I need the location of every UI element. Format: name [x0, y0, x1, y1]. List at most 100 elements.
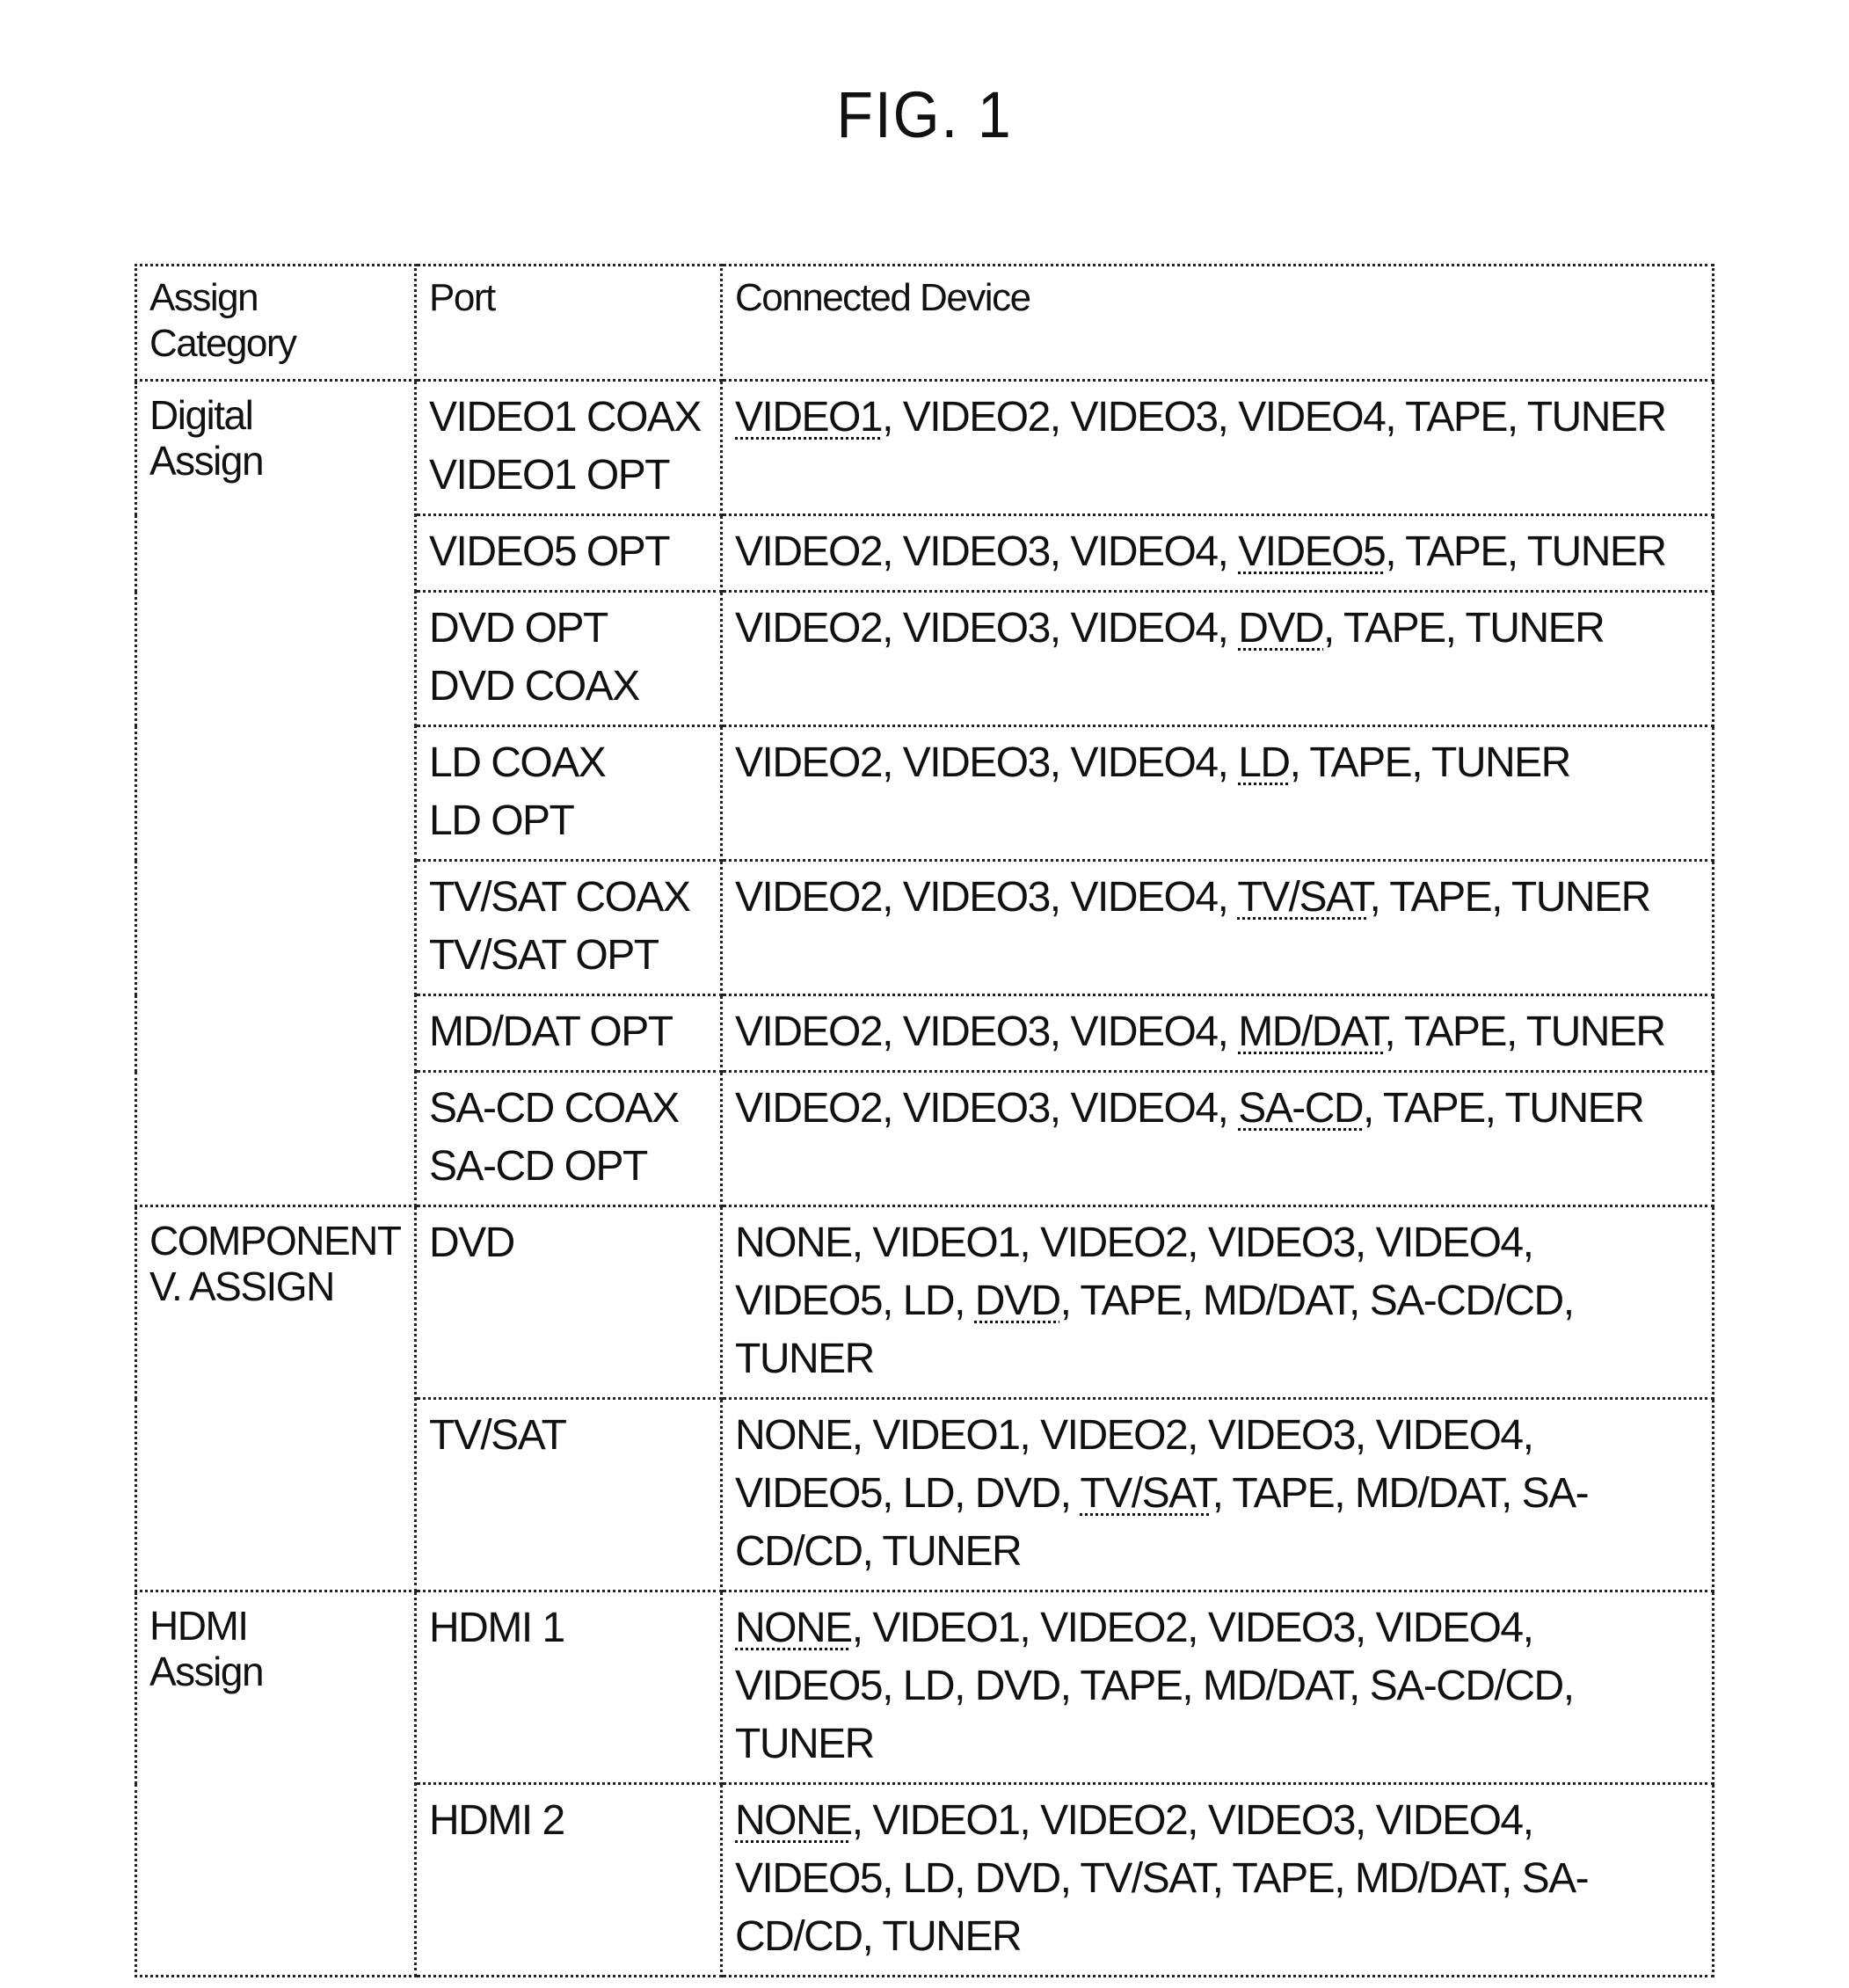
- connected-device-cell: VIDEO2, VIDEO3, VIDEO4, VIDEO5, TAPE, TU…: [720, 513, 1714, 593]
- device-option: VIDEO3: [902, 605, 1052, 652]
- device-option: VIDEO2: [735, 874, 884, 921]
- device-option: TAPE: [1389, 874, 1492, 921]
- port-label: TV/SAT COAX: [429, 874, 691, 921]
- category-label: V. ASSIGN: [149, 1263, 335, 1309]
- device-option: VIDEO5: [735, 1278, 884, 1324]
- port-label: TV/SAT OPT: [429, 932, 659, 979]
- header-port: Port: [414, 264, 723, 382]
- device-option: VIDEO2: [902, 394, 1052, 441]
- header-row: Assign Category Port Connected Device: [135, 264, 1714, 382]
- connected-device-cell: NONE, VIDEO1, VIDEO2, VIDEO3, VIDEO4, VI…: [720, 1205, 1714, 1400]
- device-option: VIDEO4: [1070, 739, 1219, 786]
- port-cell: SA-CD COAX SA-CD OPT: [414, 1070, 723, 1207]
- device-option: TUNER: [1465, 605, 1605, 652]
- device-option: TUNER: [882, 1528, 1022, 1575]
- device-option: VIDEO4: [1070, 528, 1219, 575]
- port-label: DVD COAX: [429, 663, 640, 710]
- device-option: VIDEO3: [902, 1009, 1052, 1055]
- device-option: VIDEO2: [735, 1085, 884, 1132]
- device-option: TAPE: [1382, 1085, 1486, 1132]
- device-option: VIDEO3: [1207, 1220, 1357, 1266]
- device-option: TUNER: [735, 1336, 875, 1382]
- connected-device-cell: VIDEO2, VIDEO3, VIDEO4, LD, TAPE, TUNER: [720, 725, 1714, 862]
- device-option: VIDEO4: [1375, 1412, 1525, 1459]
- device-option: VIDEO4: [1375, 1797, 1525, 1844]
- device-option: LD: [902, 1278, 956, 1324]
- port-label: DVD OPT: [429, 605, 608, 652]
- device-option: MD/DAT: [1202, 1278, 1350, 1324]
- category-label: Assign: [149, 1649, 265, 1694]
- selected-device-option: DVD: [974, 1278, 1061, 1324]
- header-connected-device: Connected Device: [720, 264, 1714, 382]
- device-option: VIDEO2: [735, 1009, 884, 1055]
- header-category-line: Assign: [149, 276, 259, 319]
- device-option: TUNER: [1504, 1085, 1644, 1132]
- port-label: VIDEO1 COAX: [429, 394, 702, 441]
- port-label: MD/DAT OPT: [429, 1009, 673, 1055]
- port-cell: HDMI 1: [414, 1590, 723, 1785]
- port-label: TV/SAT: [429, 1412, 567, 1459]
- device-option: VIDEO2: [1040, 1412, 1189, 1459]
- device-option: VIDEO4: [1070, 1085, 1219, 1132]
- device-option: DVD: [974, 1663, 1061, 1709]
- connected-device-cell: NONE, VIDEO1, VIDEO2, VIDEO3, VIDEO4, VI…: [720, 1782, 1714, 1977]
- table-body: Digital Assign VIDEO1 COAX VIDEO1 OPT VIDEO1…: [135, 379, 1714, 1977]
- device-option: TUNER: [1526, 528, 1667, 575]
- header-category-line: Category: [149, 322, 297, 365]
- device-option: TUNER: [735, 1721, 875, 1767]
- device-option: TUNER: [882, 1913, 1022, 1960]
- device-option: VIDEO3: [902, 1085, 1052, 1132]
- device-option: TAPE: [1309, 739, 1412, 786]
- device-option: DVD: [974, 1470, 1061, 1517]
- port-cell: DVD: [414, 1205, 723, 1400]
- port-cell: LD COAX LD OPT: [414, 725, 723, 862]
- connected-device-cell: VIDEO2, VIDEO3, VIDEO4, SA-CD, TAPE, TUN…: [720, 1070, 1714, 1207]
- port-label: HDMI 1: [429, 1605, 565, 1651]
- header-assign-category: Assign Category: [135, 264, 417, 382]
- device-option: VIDEO2: [735, 739, 884, 786]
- device-option: TUNER: [1511, 874, 1651, 921]
- device-option: VIDEO4: [1070, 605, 1219, 652]
- assign-table: Assign Category Port Connected Device Di…: [135, 264, 1714, 1977]
- device-option: TUNER: [1525, 1009, 1666, 1055]
- connected-device-cell: VIDEO2, VIDEO3, VIDEO4, DVD, TAPE, TUNER: [720, 590, 1714, 727]
- device-option: SA-CD/CD: [1369, 1278, 1565, 1324]
- connected-device-cell: VIDEO2, VIDEO3, VIDEO4, MD/DAT, TAPE, TU…: [720, 994, 1714, 1073]
- device-option: VIDEO3: [1207, 1412, 1357, 1459]
- device-option: VIDEO3: [1207, 1797, 1357, 1844]
- device-option: VIDEO3: [902, 739, 1052, 786]
- device-option: NONE: [735, 1412, 853, 1459]
- device-option: VIDEO1: [872, 1220, 1021, 1266]
- device-option: MD/DAT: [1202, 1663, 1350, 1709]
- category-label: Assign: [149, 438, 265, 484]
- port-label: DVD: [429, 1220, 515, 1266]
- port-label: HDMI 2: [429, 1797, 565, 1844]
- device-option: VIDEO2: [1040, 1605, 1189, 1651]
- device-option: MD/DAT: [1354, 1470, 1503, 1517]
- device-option: SA-CD/CD: [1369, 1663, 1565, 1709]
- port-cell: VIDEO5 OPT: [414, 513, 723, 593]
- category-label: Digital: [149, 392, 254, 438]
- device-option: VIDEO4: [1070, 1009, 1219, 1055]
- port-label: SA-CD OPT: [429, 1143, 648, 1190]
- device-option: LD: [902, 1663, 956, 1709]
- device-option: TAPE: [1232, 1855, 1335, 1902]
- device-option: VIDEO1: [872, 1605, 1021, 1651]
- selected-device-option: VIDEO1: [735, 394, 884, 441]
- port-cell: VIDEO1 COAX VIDEO1 OPT: [414, 379, 723, 516]
- port-cell: TV/SAT: [414, 1397, 723, 1592]
- device-option: VIDEO5: [735, 1663, 884, 1709]
- connected-device-cell: VIDEO1, VIDEO2, VIDEO3, VIDEO4, TAPE, TU…: [720, 379, 1714, 516]
- device-option: LD: [902, 1855, 956, 1902]
- device-option: TAPE: [1232, 1470, 1335, 1517]
- device-option: VIDEO2: [1040, 1220, 1189, 1266]
- port-label: VIDEO5 OPT: [429, 528, 671, 575]
- assign-category-cell: COMPONENT V. ASSIGN: [135, 1205, 417, 1592]
- device-option: DVD: [974, 1855, 1061, 1902]
- port-cell: HDMI 2: [414, 1782, 723, 1977]
- device-option: VIDEO4: [1238, 394, 1387, 441]
- device-option: VIDEO3: [1070, 394, 1219, 441]
- category-label: HDMI: [149, 1603, 249, 1649]
- table-row: Digital Assign VIDEO1 COAX VIDEO1 OPT VIDEO1…: [135, 379, 1714, 1207]
- connected-device-cell: NONE, VIDEO1, VIDEO2, VIDEO3, VIDEO4, VI…: [720, 1397, 1714, 1592]
